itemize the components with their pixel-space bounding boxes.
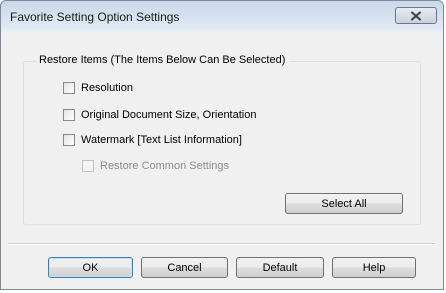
restore-common-settings-checkbox [82,160,94,172]
ok-button[interactable]: OK [48,257,133,278]
help-button[interactable]: Help [332,257,416,278]
original-document-size-checkbox-row[interactable]: Original Document Size, Orientation [63,108,256,122]
select-all-button[interactable]: Select All [285,193,403,214]
default-button[interactable]: Default [236,257,324,278]
original-document-size-checkbox[interactable] [63,109,75,121]
window-title: Favorite Setting Option Settings [10,10,180,24]
close-icon [411,11,421,20]
close-button[interactable] [395,7,437,24]
restore-common-settings-checkbox-row: Restore Common Settings [82,159,229,173]
resolution-checkbox[interactable] [63,82,75,94]
resolution-checkbox-row[interactable]: Resolution [63,81,133,95]
watermark-checkbox[interactable] [63,134,75,146]
original-document-size-label: Original Document Size, Orientation [81,109,257,121]
title-bar[interactable]: Favorite Setting Option Settings [1,1,443,31]
restore-common-settings-label: Restore Common Settings [100,160,229,172]
footer-separator [8,243,435,245]
restore-items-legend: Restore Items (The Items Below Can Be Se… [36,53,290,68]
watermark-checkbox-row[interactable]: Watermark [Text List Information] [63,133,242,147]
cancel-button[interactable]: Cancel [141,257,228,278]
resolution-label: Resolution [81,82,133,94]
watermark-label: Watermark [Text List Information] [81,134,242,146]
